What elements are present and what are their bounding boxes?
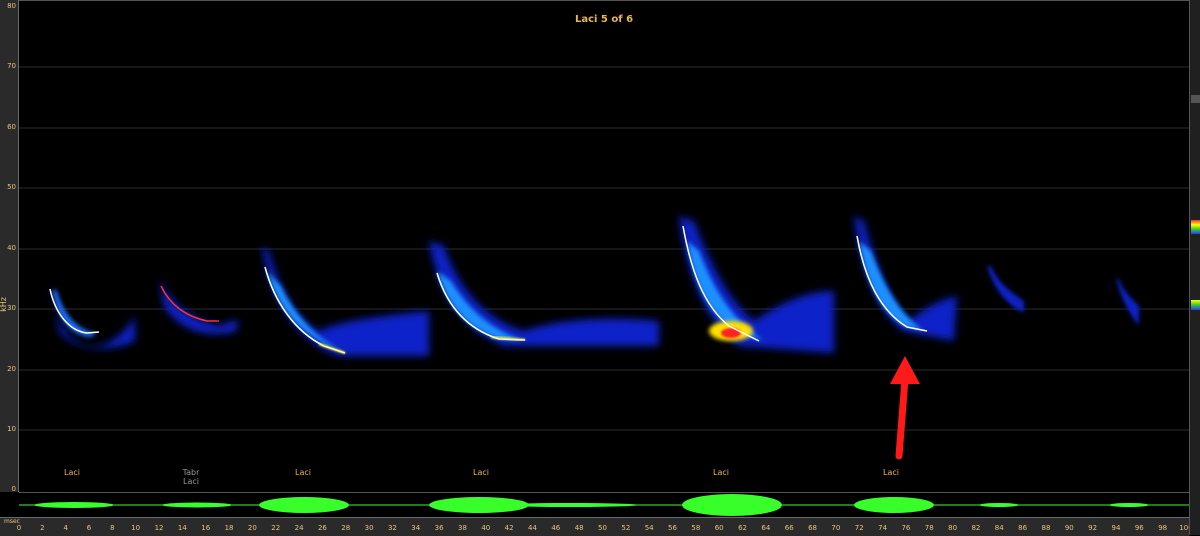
call-3 [262, 246, 429, 356]
strip-marker[interactable] [1191, 95, 1200, 103]
x-tick-label: 92 [1088, 524, 1098, 532]
x-tick-label: 8 [110, 524, 115, 532]
y-tick-label: 40 [7, 244, 16, 252]
x-tick-label: 22 [271, 524, 281, 532]
call-label: Laci [883, 468, 899, 477]
x-tick-label: 86 [1018, 524, 1028, 532]
x-tick-label: 74 [878, 524, 888, 532]
y-tick-label: 20 [7, 365, 16, 373]
x-tick-label: 82 [971, 524, 981, 532]
x-tick-label: 62 [738, 524, 747, 532]
faint-call-2 [1116, 279, 1139, 326]
x-tick-label: 70 [831, 524, 841, 532]
x-tick-label: 32 [387, 524, 397, 532]
x-tick-label: 42 [504, 524, 514, 532]
y-tick-label: 60 [7, 123, 16, 131]
call-label-primary: Tabr [182, 468, 200, 477]
x-tick-label: 76 [901, 524, 911, 532]
x-tick-label: 94 [1111, 524, 1121, 532]
y-axis-label: kHz [0, 297, 8, 312]
call-label: Tabr Laci [183, 468, 200, 486]
x-tick-label: 38 [457, 524, 467, 532]
x-tick-label: 66 [784, 524, 794, 532]
x-tick-label: 44 [528, 524, 537, 532]
x-tick-label: 16 [201, 524, 211, 532]
call-4 [429, 241, 659, 346]
call-2 [159, 279, 237, 334]
x-tick-label: 78 [924, 524, 934, 532]
x-tick-label: 26 [317, 524, 327, 532]
spectrogram-window: 80 70 60 50 40 30 20 10 0 kHz Laci 5 of … [0, 0, 1200, 536]
x-tick-label: 24 [294, 524, 304, 532]
right-scroll-strip[interactable] [1189, 0, 1200, 535]
time-axis: msec 0 2 4 6 8 10 12 14 16 18 20 22 24 26 28 30 32 34 36 38… [0, 517, 1193, 536]
chart-title: Laci 5 of 6 [574, 14, 634, 25]
x-tick-label: 80 [948, 524, 958, 532]
gridlines [19, 66, 1189, 431]
x-tick-label: 40 [481, 524, 491, 532]
call-label: Laci [64, 468, 80, 477]
y-tick-label: 10 [7, 425, 16, 433]
x-tick-label: 20 [247, 524, 257, 532]
y-tick-label: 50 [7, 183, 16, 191]
waveform-canvas [19, 494, 1189, 516]
x-tick-label: 10 [131, 524, 141, 532]
color-scale [1191, 220, 1200, 234]
x-tick-label: 52 [621, 524, 631, 532]
x-tick-label: 90 [1064, 524, 1074, 532]
call-6 [854, 216, 957, 341]
x-tick-label: 0 [16, 524, 22, 532]
x-tick-label: 72 [854, 524, 864, 532]
y-tick-label: 70 [7, 62, 16, 70]
spectrogram-plot[interactable]: Laci 5 of 6 Laci Tabr Laci Laci Laci Lac… [19, 0, 1189, 493]
x-tick-label: 34 [411, 524, 421, 532]
x-tick-label: 54 [644, 524, 654, 532]
x-tick-label: 96 [1134, 524, 1144, 532]
x-tick-label: 30 [364, 524, 374, 532]
x-tick-label: 18 [224, 524, 234, 532]
x-tick-label: 48 [574, 524, 584, 532]
x-tick-label: 64 [761, 524, 771, 532]
faint-call-1 [987, 266, 1024, 313]
x-tick-label: 2 [40, 524, 45, 532]
x-tick-label: 12 [154, 524, 164, 532]
waveform-panel[interactable] [19, 492, 1189, 518]
x-tick-label: 6 [86, 524, 92, 532]
frequency-axis: 80 70 60 50 40 30 20 10 0 kHz [0, 0, 19, 493]
spectrogram-canvas [19, 66, 1189, 460]
call-5 [679, 216, 834, 353]
x-tick-label: 4 [63, 524, 68, 532]
x-tick-label: 28 [341, 524, 351, 532]
x-tick-label: 58 [691, 524, 701, 532]
color-scale-secondary [1191, 300, 1200, 310]
y-tick-label: 0 [11, 485, 16, 493]
x-tick-label: 14 [177, 524, 187, 532]
call-1 [49, 283, 135, 349]
x-tick-label: 84 [994, 524, 1004, 532]
x-tick-label: 68 [808, 524, 818, 532]
x-tick-label: 36 [434, 524, 444, 532]
x-tick-label: 98 [1158, 524, 1168, 532]
x-tick-label: 46 [551, 524, 561, 532]
call-label: Laci [295, 468, 311, 477]
call-label: Laci [713, 468, 729, 477]
call-label-secondary: Laci [183, 477, 199, 486]
call-label: Laci [473, 468, 489, 477]
x-tick-label: 88 [1041, 524, 1051, 532]
x-tick-label: 60 [714, 524, 724, 532]
y-tick-label: 80 [7, 2, 16, 10]
x-tick-label: 56 [668, 524, 677, 532]
red-arrow-icon [890, 356, 920, 460]
x-tick-label: 50 [598, 524, 607, 532]
